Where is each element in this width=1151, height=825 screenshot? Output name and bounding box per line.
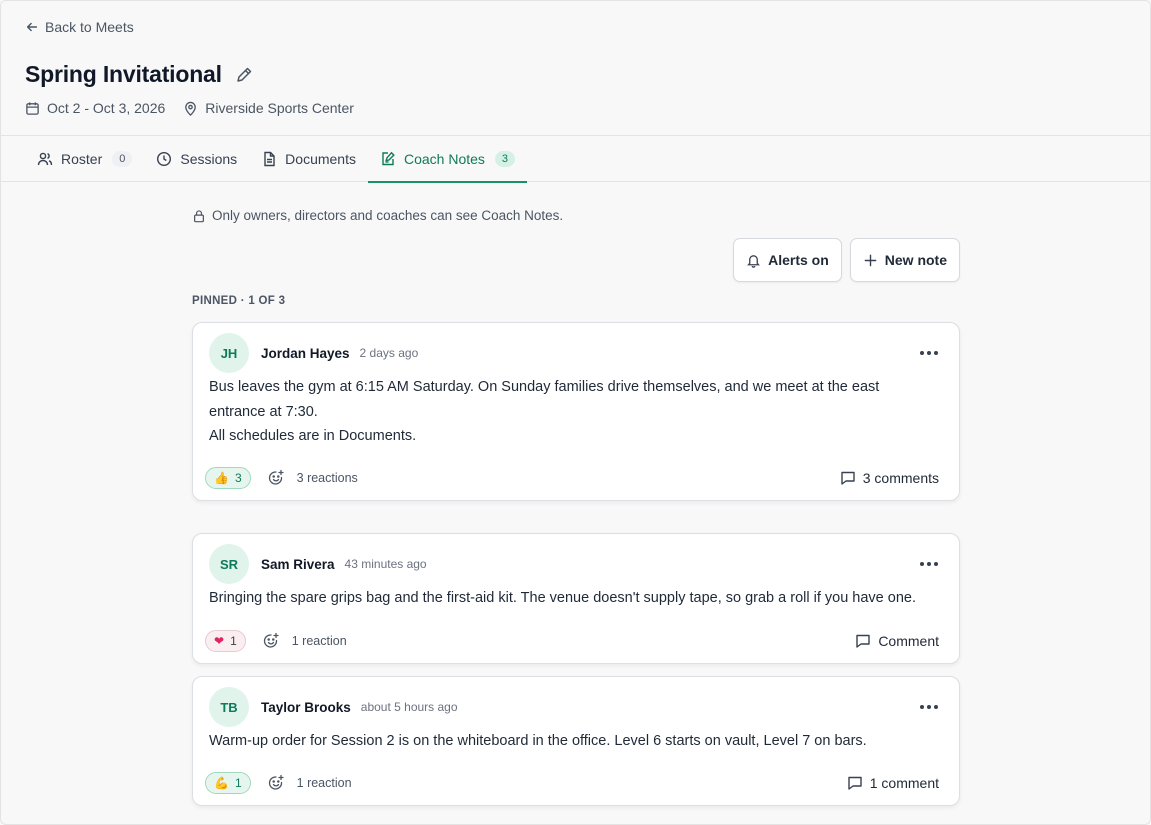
comments-button[interactable]: Comment: [855, 633, 939, 649]
comment-icon: [856, 634, 871, 648]
comments-button-label: 3 comments: [862, 470, 939, 486]
tab-roster-count: 0: [112, 151, 133, 167]
note-body-line: Bus leaves the gym at 6:15 AM Saturday. …: [209, 379, 880, 395]
tab-roster[interactable]: Roster 0: [25, 136, 144, 182]
flexed-biceps-icon: 💪: [214, 776, 229, 790]
avatar[interactable]: JH: [209, 333, 249, 373]
reaction-summary[interactable]: 3 reactions: [297, 471, 358, 485]
avatar[interactable]: SR: [209, 544, 249, 584]
note-card: JH Jordan Hayes 2 days ago Bus leaves th…: [192, 322, 960, 501]
alerts-button[interactable]: Alerts on: [733, 238, 842, 282]
meet-header: Back to Meets Spring Invitational Oct 2 …: [1, 1, 1150, 136]
note-time: 43 minutes ago: [344, 557, 427, 571]
note-body-line: entrance at 7:30.: [209, 403, 318, 420]
new-note-button[interactable]: New note: [849, 238, 960, 282]
calendar-icon: [26, 101, 39, 115]
document-icon: [264, 151, 275, 167]
bell-icon: [747, 254, 760, 268]
avatar[interactable]: TB: [209, 687, 249, 727]
note-header: JH Jordan Hayes 2 days ago: [209, 333, 418, 373]
clock-icon: [157, 151, 172, 167]
reaction-pill[interactable]: ❤ 1: [205, 630, 246, 652]
meet-dates-text: Oct 2 - Oct 3, 2026: [47, 100, 166, 116]
note-card: TB Taylor Brooks about 5 hours ago Warm-…: [192, 676, 960, 806]
alerts-button-label: Alerts on: [768, 252, 829, 268]
note-author[interactable]: Taylor Brooks: [261, 700, 351, 715]
page-title: Spring Invitational: [25, 61, 222, 87]
reaction-pill-count: 1: [230, 634, 237, 648]
reaction-pill-count: 1: [234, 776, 242, 790]
note-time: 2 days ago: [359, 346, 419, 360]
more-options-icon[interactable]: [919, 345, 939, 361]
meet-location-text: Riverside Sports Center: [205, 100, 354, 116]
meet-tabs: Roster 0 Sessions Documents Coach Notes …: [1, 136, 1150, 183]
privacy-text: Only owners, directors and coaches can s…: [212, 208, 564, 223]
note-body-line: All schedules are in Documents.: [209, 428, 417, 444]
tab-coach-notes-label: Coach Notes: [403, 151, 485, 167]
thumbs-up-icon: 👍: [214, 471, 229, 485]
reaction-pill[interactable]: 👍 3: [205, 467, 251, 489]
lock-icon: [194, 209, 204, 222]
tab-coach-notes-count: 3: [494, 151, 516, 167]
note-body: Warm-up order for Session 2 is on the wh…: [209, 729, 949, 754]
reaction-summary[interactable]: 1 reaction: [297, 776, 352, 790]
pinned-label: PINNED · 1 OF 3: [192, 295, 286, 307]
tab-documents[interactable]: Documents: [249, 136, 368, 182]
add-reaction-icon[interactable]: [267, 774, 285, 792]
note-card: SR Sam Rivera 43 minutes ago Bringing th…: [192, 533, 960, 664]
back-to-meets-link[interactable]: Back to Meets: [25, 19, 134, 35]
tab-coach-notes[interactable]: Coach Notes 3: [367, 136, 528, 183]
title-row: Spring Invitational: [25, 61, 254, 88]
pencil-icon[interactable]: [234, 65, 254, 85]
note-body-line: Bringing the spare grips bag and the fir…: [209, 590, 916, 606]
heart-icon: ❤: [214, 634, 225, 648]
privacy-notice: Only owners, directors and coaches can s…: [192, 208, 563, 223]
app-frame: Back to Meets Spring Invitational Oct 2 …: [0, 0, 1151, 825]
note-footer: ❤ 1 1 reaction Comment: [205, 630, 939, 652]
comments-button[interactable]: 3 comments: [840, 470, 939, 486]
reaction-pill-count: 3: [234, 471, 242, 485]
tab-sessions-label: Sessions: [180, 151, 238, 167]
tab-documents-label: Documents: [285, 151, 356, 167]
note-body: Bus leaves the gym at 6:15 AM Saturday. …: [209, 375, 949, 449]
tab-roster-label: Roster: [61, 151, 103, 167]
meet-location: Riverside Sports Center: [183, 100, 354, 116]
note-header: SR Sam Rivera 43 minutes ago: [209, 544, 427, 584]
more-options-icon[interactable]: [919, 556, 939, 572]
note-footer: 💪 1 1 reaction 1 comment: [205, 772, 939, 794]
comments-button[interactable]: 1 comment: [847, 775, 939, 791]
note-time: about 5 hours ago: [360, 700, 458, 714]
back-link-label: Back to Meets: [45, 19, 134, 35]
note-body: Bringing the spare grips bag and the fir…: [209, 586, 949, 611]
comment-icon: [841, 471, 855, 485]
new-note-button-label: New note: [884, 252, 947, 268]
meet-dates: Oct 2 - Oct 3, 2026: [25, 100, 165, 116]
users-icon: [37, 152, 53, 166]
note-edit-icon: [382, 151, 395, 166]
reaction-pill[interactable]: 💪 1: [205, 772, 251, 794]
note-header: TB Taylor Brooks about 5 hours ago: [209, 687, 458, 727]
meet-meta: Oct 2 - Oct 3, 2026 Riverside Sports Cen…: [25, 100, 354, 116]
note-author[interactable]: Jordan Hayes: [261, 346, 350, 361]
comments-button-label: Comment: [878, 633, 939, 649]
note-body-line: Warm-up order for Session 2 is on the wh…: [209, 733, 867, 749]
add-reaction-icon[interactable]: [267, 469, 285, 487]
note-author[interactable]: Sam Rivera: [261, 557, 335, 572]
map-pin-icon: [185, 101, 197, 116]
notes-actions: Alerts on New note: [733, 238, 960, 282]
note-footer: 👍 3 3 reactions 3 comments: [205, 467, 939, 489]
reaction-summary[interactable]: 1 reaction: [292, 634, 347, 648]
more-options-icon[interactable]: [919, 699, 939, 715]
plus-icon: [864, 254, 877, 266]
comment-icon: [848, 776, 862, 790]
add-reaction-icon[interactable]: [262, 632, 280, 650]
arrow-left-icon: [26, 22, 38, 32]
tab-sessions[interactable]: Sessions: [144, 136, 249, 182]
comments-button-label: 1 comment: [869, 775, 939, 791]
